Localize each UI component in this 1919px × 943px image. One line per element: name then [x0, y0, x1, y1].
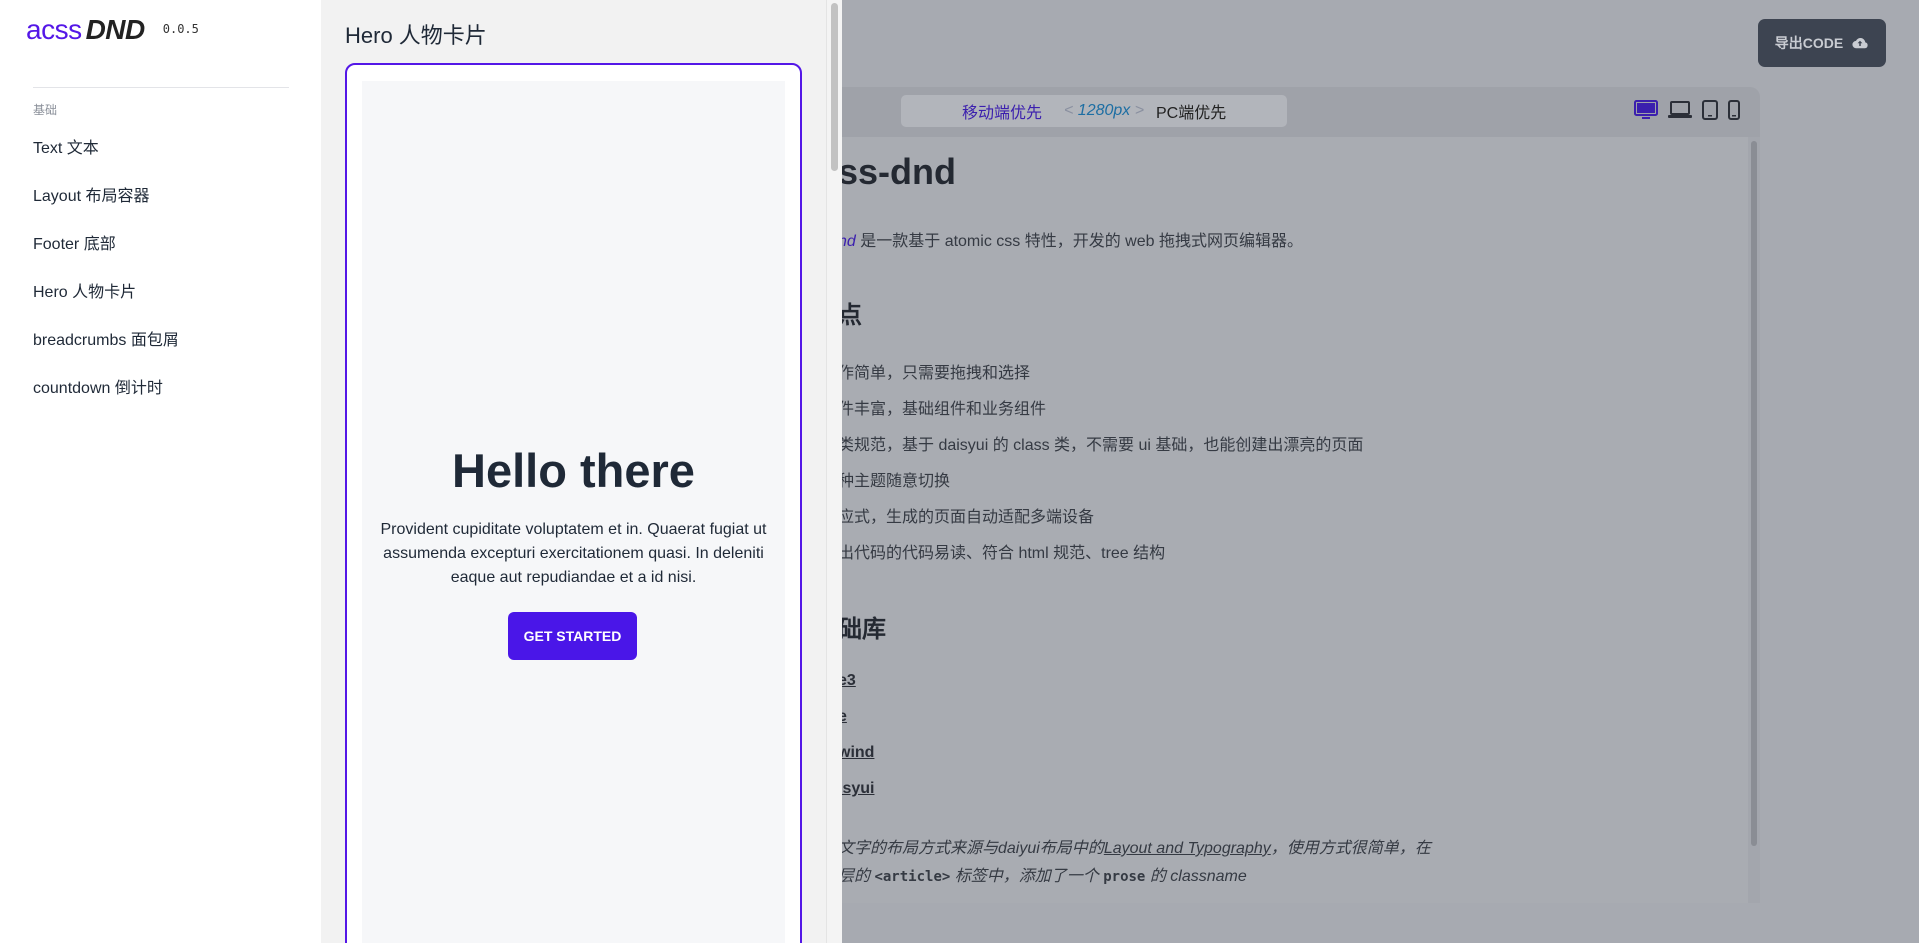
- editor-canvas: 移动端优先 < 1280px > PC端优先 ss-dnd nd 是一款基于 a…: [760, 87, 1760, 903]
- hero-heading: Hello there: [452, 444, 695, 497]
- sidebar-item-footer[interactable]: Footer 底部: [33, 230, 116, 254]
- note-text: 标签中，添加了一个: [950, 868, 1104, 885]
- pc-first-option[interactable]: PC端优先: [1156, 99, 1226, 123]
- sidebar-item-layout[interactable]: Layout 布局容器: [33, 182, 150, 206]
- component-preview-panel: Hero 人物卡片 Hello there Provident cupidita…: [321, 0, 826, 943]
- breakpoint-open: <: [1064, 102, 1074, 119]
- app-logo: acss DND 0.0.5: [26, 14, 199, 46]
- desktop-icon[interactable]: [1634, 100, 1658, 120]
- libs-heading: 础库: [838, 616, 886, 643]
- hero-component-card[interactable]: Hello there Provident cupiditate volupta…: [345, 63, 802, 943]
- breakpoint-close: >: [1134, 102, 1145, 119]
- tablet-icon[interactable]: [1702, 100, 1718, 120]
- note-text: 的 classname: [1145, 868, 1247, 885]
- export-code-button[interactable]: 导出CODE: [1758, 19, 1886, 67]
- component-drawer: acss DND 0.0.5 基础 Text 文本 Layout 布局容器 Fo…: [0, 0, 842, 943]
- doc-intro: nd 是一款基于 atomic css 特性，开发的 web 拖拽式网页编辑器。: [838, 227, 1303, 251]
- note-text: 层的: [838, 868, 875, 885]
- sidebar-divider: [33, 87, 289, 88]
- lib-link[interactable]: wind: [838, 744, 874, 762]
- code-article: <article>: [874, 869, 951, 885]
- canvas-scrollbar[interactable]: [1748, 137, 1760, 903]
- sidebar-item-text[interactable]: Text 文本: [33, 134, 99, 158]
- doc-heading: ss-dnd: [838, 151, 957, 192]
- note-text: 文字的布局方式来源与daiyui布局中的: [838, 840, 1104, 857]
- mobile-first-option[interactable]: 移动端优先: [962, 99, 1042, 123]
- drawer-scrollbar[interactable]: [826, 0, 842, 943]
- usage-note: 文字的布局方式来源与daiyui布局中的Layout and Typograph…: [838, 834, 1431, 858]
- feature-item: 出代码的代码易读、符合 html 规范、tree 结构: [838, 545, 1166, 562]
- lib-link[interactable]: isyui: [838, 780, 874, 798]
- breakpoint-switch[interactable]: 移动端优先 < 1280px > PC端优先: [901, 95, 1287, 127]
- drawer-scroll-thumb[interactable]: [831, 3, 838, 171]
- export-code-label: 导出CODE: [1774, 35, 1844, 51]
- canvas-content: ss-dnd nd 是一款基于 atomic css 特性，开发的 web 拖拽…: [760, 137, 1748, 903]
- cloud-upload-icon: [1852, 38, 1868, 49]
- mobile-icon[interactable]: [1728, 100, 1740, 120]
- laptop-icon[interactable]: [1668, 101, 1692, 119]
- layout-typography-link[interactable]: Layout and Typography: [1104, 840, 1271, 857]
- code-prose: prose: [1103, 869, 1146, 885]
- app-version: 0.0.5: [162, 22, 199, 36]
- device-switcher: [1634, 100, 1740, 120]
- usage-note: 层的 <article> 标签中，添加了一个 prose 的 classname: [838, 862, 1247, 886]
- sidebar-item-countdown[interactable]: countdown 倒计时: [33, 374, 163, 398]
- intro-text: 是一款基于 atomic css 特性，开发的 web 拖拽式网页编辑器。: [855, 233, 1303, 250]
- canvas-toolbar: 移动端优先 < 1280px > PC端优先: [760, 87, 1760, 135]
- feature-item: 件丰富，基础组件和业务组件: [838, 401, 1047, 418]
- feature-item: 种主题随意切换: [838, 473, 951, 490]
- component-sidebar: acss DND 0.0.5 基础 Text 文本 Layout 布局容器 Fo…: [0, 0, 321, 943]
- logo-dnd: DND: [85, 14, 146, 45]
- feature-item: 类规范，基于 daisyui 的 class 类，不需要 ui 基础，也能创建出…: [838, 437, 1364, 454]
- hero-text: Provident cupiditate voluptatem et in. Q…: [380, 521, 767, 586]
- hero-preview: Hello there Provident cupiditate volupta…: [362, 81, 785, 943]
- menu-section-title: 基础: [33, 103, 58, 117]
- canvas-scroll-thumb[interactable]: [1751, 141, 1757, 846]
- feature-item: 应式，生成的页面自动适配多端设备: [838, 509, 1095, 526]
- logo-acss: acss: [26, 14, 82, 45]
- feature-item: 作简单，只需要拖拽和选择: [838, 365, 1031, 382]
- breakpoint-indicator: < 1280px >: [1064, 102, 1144, 120]
- get-started-button[interactable]: GET STARTED: [508, 612, 637, 660]
- breakpoint-value: 1280px: [1077, 102, 1131, 119]
- preview-title: Hero 人物卡片: [345, 23, 487, 48]
- sidebar-item-breadcrumbs[interactable]: breadcrumbs 面包屑: [33, 326, 179, 350]
- sidebar-item-hero[interactable]: Hero 人物卡片: [33, 278, 136, 302]
- note-text: ，使用方式很简单，在: [1270, 840, 1431, 857]
